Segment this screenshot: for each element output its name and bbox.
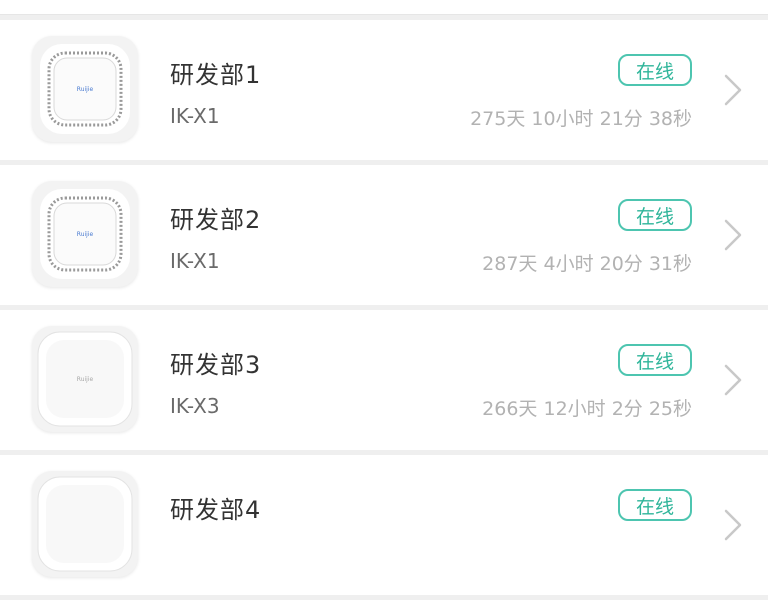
ceiling-ap-ring-icon: Ruijie: [32, 36, 138, 142]
ceiling-ap-ring-icon: Ruijie: [32, 181, 138, 287]
device-name: 研发部3: [170, 351, 262, 379]
svg-text:Ruijie: Ruijie: [77, 376, 94, 383]
chevron-right-icon: [720, 507, 746, 543]
device-model: IK-X3: [170, 394, 220, 418]
uptime-text: 287天 4小时 20分 31秒: [482, 253, 692, 275]
ceiling-ap-plain-icon: Ruijie: [32, 326, 138, 432]
status-badge: 在线: [618, 489, 692, 521]
device-model: IK-X1: [170, 249, 220, 273]
device-name: 研发部2: [170, 206, 262, 234]
status-badge: 在线: [618, 199, 692, 231]
device-name: 研发部4: [170, 496, 262, 524]
svg-text:Ruijie: Ruijie: [77, 231, 94, 238]
device-list: Ruijie 研发部1 IK-X1 在线 275天 10小时 21分 38秒 R…: [0, 20, 768, 600]
device-row[interactable]: Ruijie 研发部2 IK-X1 在线 287天 4小时 20分 31秒: [0, 165, 768, 305]
uptime-text: 275天 10小时 21分 38秒: [470, 108, 692, 130]
status-badge: 在线: [618, 344, 692, 376]
top-bar-remnant: [0, 0, 768, 15]
svg-text:Ruijie: Ruijie: [77, 86, 94, 93]
device-row[interactable]: Ruijie 研发部1 IK-X1 在线 275天 10小时 21分 38秒: [0, 20, 768, 160]
device-name: 研发部1: [170, 61, 262, 89]
chevron-right-icon: [720, 72, 746, 108]
device-row[interactable]: 研发部4 在线: [0, 455, 768, 595]
uptime-text: 266天 12小时 2分 25秒: [482, 398, 692, 420]
chevron-right-icon: [720, 362, 746, 398]
status-badge: 在线: [618, 54, 692, 86]
ceiling-ap-plain-icon: [32, 471, 138, 577]
chevron-right-icon: [720, 217, 746, 253]
device-row[interactable]: Ruijie 研发部3 IK-X3 在线 266天 12小时 2分 25秒: [0, 310, 768, 450]
device-model: IK-X1: [170, 104, 220, 128]
